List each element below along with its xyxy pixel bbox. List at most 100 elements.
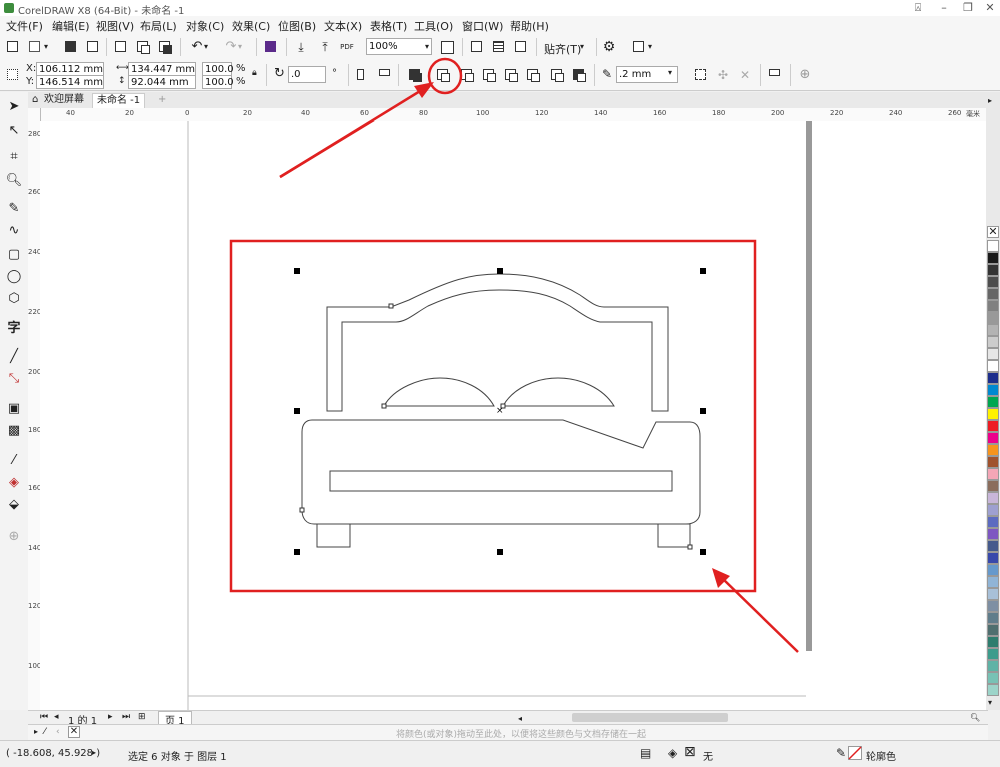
outline-pen-status-icon[interactable]: ✎ xyxy=(836,746,846,760)
color-swatch[interactable] xyxy=(987,528,999,540)
align-distribute-icon[interactable] xyxy=(766,66,784,84)
text-tool-icon[interactable]: 字 xyxy=(4,316,24,336)
next-page-icon[interactable]: ▸ xyxy=(108,712,113,722)
intersect-icon[interactable] xyxy=(480,66,498,84)
open-dropdown-icon[interactable]: ▾ xyxy=(44,38,62,56)
color-swatch[interactable] xyxy=(987,240,999,252)
object-origin-icon[interactable] xyxy=(4,66,22,84)
width-field[interactable]: 134.447 mm xyxy=(128,62,196,76)
save-icon[interactable] xyxy=(62,38,80,56)
no-color-swatch[interactable]: ✕ xyxy=(987,226,999,238)
color-swatch[interactable] xyxy=(987,600,999,612)
fill-bucket-icon[interactable]: ◈ xyxy=(668,746,677,760)
menu-view[interactable]: 视图(V) xyxy=(96,18,134,34)
y-position-field[interactable]: 146.514 mm xyxy=(36,75,104,89)
close-button[interactable]: ✕ xyxy=(978,0,1000,16)
menu-tools[interactable]: 工具(O) xyxy=(414,18,453,34)
paste-icon[interactable] xyxy=(156,38,174,56)
polygon-tool-icon[interactable]: ⬡ xyxy=(4,288,24,308)
color-swatch[interactable] xyxy=(987,324,999,336)
palette-scroll-right-icon[interactable]: ▸ xyxy=(988,96,992,105)
first-page-icon[interactable]: ⏮ xyxy=(40,712,48,722)
options-gear-icon[interactable]: ⚙ xyxy=(600,38,618,56)
color-swatch[interactable] xyxy=(987,480,999,492)
docpal-scroll-icon[interactable]: ‹ xyxy=(56,727,60,737)
color-swatch[interactable] xyxy=(987,540,999,552)
color-swatch[interactable] xyxy=(987,312,999,324)
color-swatch[interactable] xyxy=(987,360,999,372)
parallel-dimension-tool-icon[interactable]: ╱ xyxy=(4,346,24,366)
color-proofing-icon[interactable]: ▤ xyxy=(640,746,651,760)
back-minus-front-icon[interactable] xyxy=(548,66,566,84)
color-swatch[interactable] xyxy=(987,612,999,624)
horizontal-scrollbar-thumb[interactable] xyxy=(572,713,728,722)
tab-welcome-screen[interactable]: 欢迎屏幕 xyxy=(40,93,88,107)
add-toolbar-icon[interactable]: ⊕ xyxy=(796,66,814,84)
color-swatch[interactable] xyxy=(987,516,999,528)
color-swatch[interactable] xyxy=(987,576,999,588)
color-swatch[interactable] xyxy=(987,648,999,660)
color-swatch[interactable] xyxy=(987,264,999,276)
color-swatch[interactable] xyxy=(987,468,999,480)
menu-effects[interactable]: 效果(C) xyxy=(232,18,270,34)
eyedropper-tool-icon[interactable]: ⁄ xyxy=(4,450,24,470)
scroll-left-icon[interactable]: ◂ xyxy=(518,714,524,723)
menu-text[interactable]: 文本(X) xyxy=(324,18,362,34)
color-swatch[interactable] xyxy=(987,624,999,636)
palette-scroll-down-icon[interactable]: ▾ xyxy=(988,698,992,707)
add-tool-icon[interactable]: ⊕ xyxy=(4,526,24,546)
color-swatch[interactable] xyxy=(987,672,999,684)
show-rulers-icon[interactable] xyxy=(468,38,486,56)
new-document-icon[interactable] xyxy=(4,38,22,56)
simplify-icon[interactable] xyxy=(502,66,520,84)
color-swatch[interactable] xyxy=(987,276,999,288)
color-swatch[interactable] xyxy=(987,660,999,672)
show-guidelines-icon[interactable] xyxy=(512,38,530,56)
smart-fill-tool-icon[interactable]: ⬙ xyxy=(4,494,24,514)
front-minus-back-icon[interactable] xyxy=(524,66,542,84)
menu-help[interactable]: 帮助(H) xyxy=(510,18,549,34)
drawing-canvas[interactable]: × xyxy=(40,121,988,710)
menu-object[interactable]: 对象(C) xyxy=(186,18,224,34)
docpal-no-color-swatch[interactable]: ✕ xyxy=(68,726,80,738)
add-tab-icon[interactable]: + xyxy=(154,93,170,107)
color-swatch[interactable] xyxy=(987,636,999,648)
crop-tool-icon[interactable]: ⌗ xyxy=(4,146,24,166)
color-swatch[interactable] xyxy=(987,288,999,300)
connector-tool-icon[interactable]: ⤡ xyxy=(4,368,24,388)
color-swatch[interactable] xyxy=(987,396,999,408)
copy-icon[interactable] xyxy=(134,38,152,56)
status-expand-icon[interactable]: ▸ xyxy=(92,748,96,757)
menu-edit[interactable]: 编辑(E) xyxy=(52,18,90,34)
color-swatch[interactable] xyxy=(987,444,999,456)
color-swatch[interactable] xyxy=(987,492,999,504)
redo-dropdown-icon[interactable]: ▾ xyxy=(238,38,256,56)
freehand-tool-icon[interactable]: ✎ xyxy=(4,198,24,218)
prev-page-icon[interactable]: ◂ xyxy=(54,712,59,722)
lock-ratio-icon[interactable]: 🔒︎ xyxy=(252,68,257,78)
scale-x-field[interactable]: 100.0 xyxy=(202,62,234,76)
snap-to-dropdown[interactable]: 贴齐(T) xyxy=(544,41,581,57)
restore-button[interactable]: ❐ xyxy=(956,0,980,16)
horizontal-ruler[interactable]: 40 20 0 20 40 60 80 100 120 140 160 180 … xyxy=(40,108,988,122)
open-folder-icon[interactable] xyxy=(26,38,44,56)
menu-layout[interactable]: 布局(L) xyxy=(140,18,177,34)
undo-dropdown-icon[interactable]: ▾ xyxy=(204,38,222,56)
menu-table[interactable]: 表格(T) xyxy=(370,18,407,34)
drop-shadow-tool-icon[interactable]: ▣ xyxy=(4,398,24,418)
corel-connect-icon[interactable] xyxy=(262,38,280,56)
color-swatch[interactable] xyxy=(987,432,999,444)
outline-width-dropdown-icon[interactable]: ▾ xyxy=(668,68,672,77)
last-page-icon[interactable]: ⏭ xyxy=(122,712,130,722)
application-launcher-icon[interactable] xyxy=(630,38,648,56)
quick-customize-icon[interactable]: ✣ xyxy=(714,66,732,84)
shape-tool-icon[interactable]: ↖ xyxy=(4,120,24,140)
profile-icon[interactable]: ⍓ xyxy=(906,0,930,16)
color-swatch[interactable] xyxy=(987,384,999,396)
color-swatch[interactable] xyxy=(987,588,999,600)
rectangle-tool-icon[interactable]: ▢ xyxy=(4,244,24,264)
show-grid-icon[interactable] xyxy=(490,38,508,56)
add-page-icon[interactable]: ⊞ xyxy=(138,712,146,722)
menu-window[interactable]: 窗口(W) xyxy=(462,18,503,34)
zoom-fit-icon[interactable]: 🔍︎ xyxy=(970,713,980,722)
